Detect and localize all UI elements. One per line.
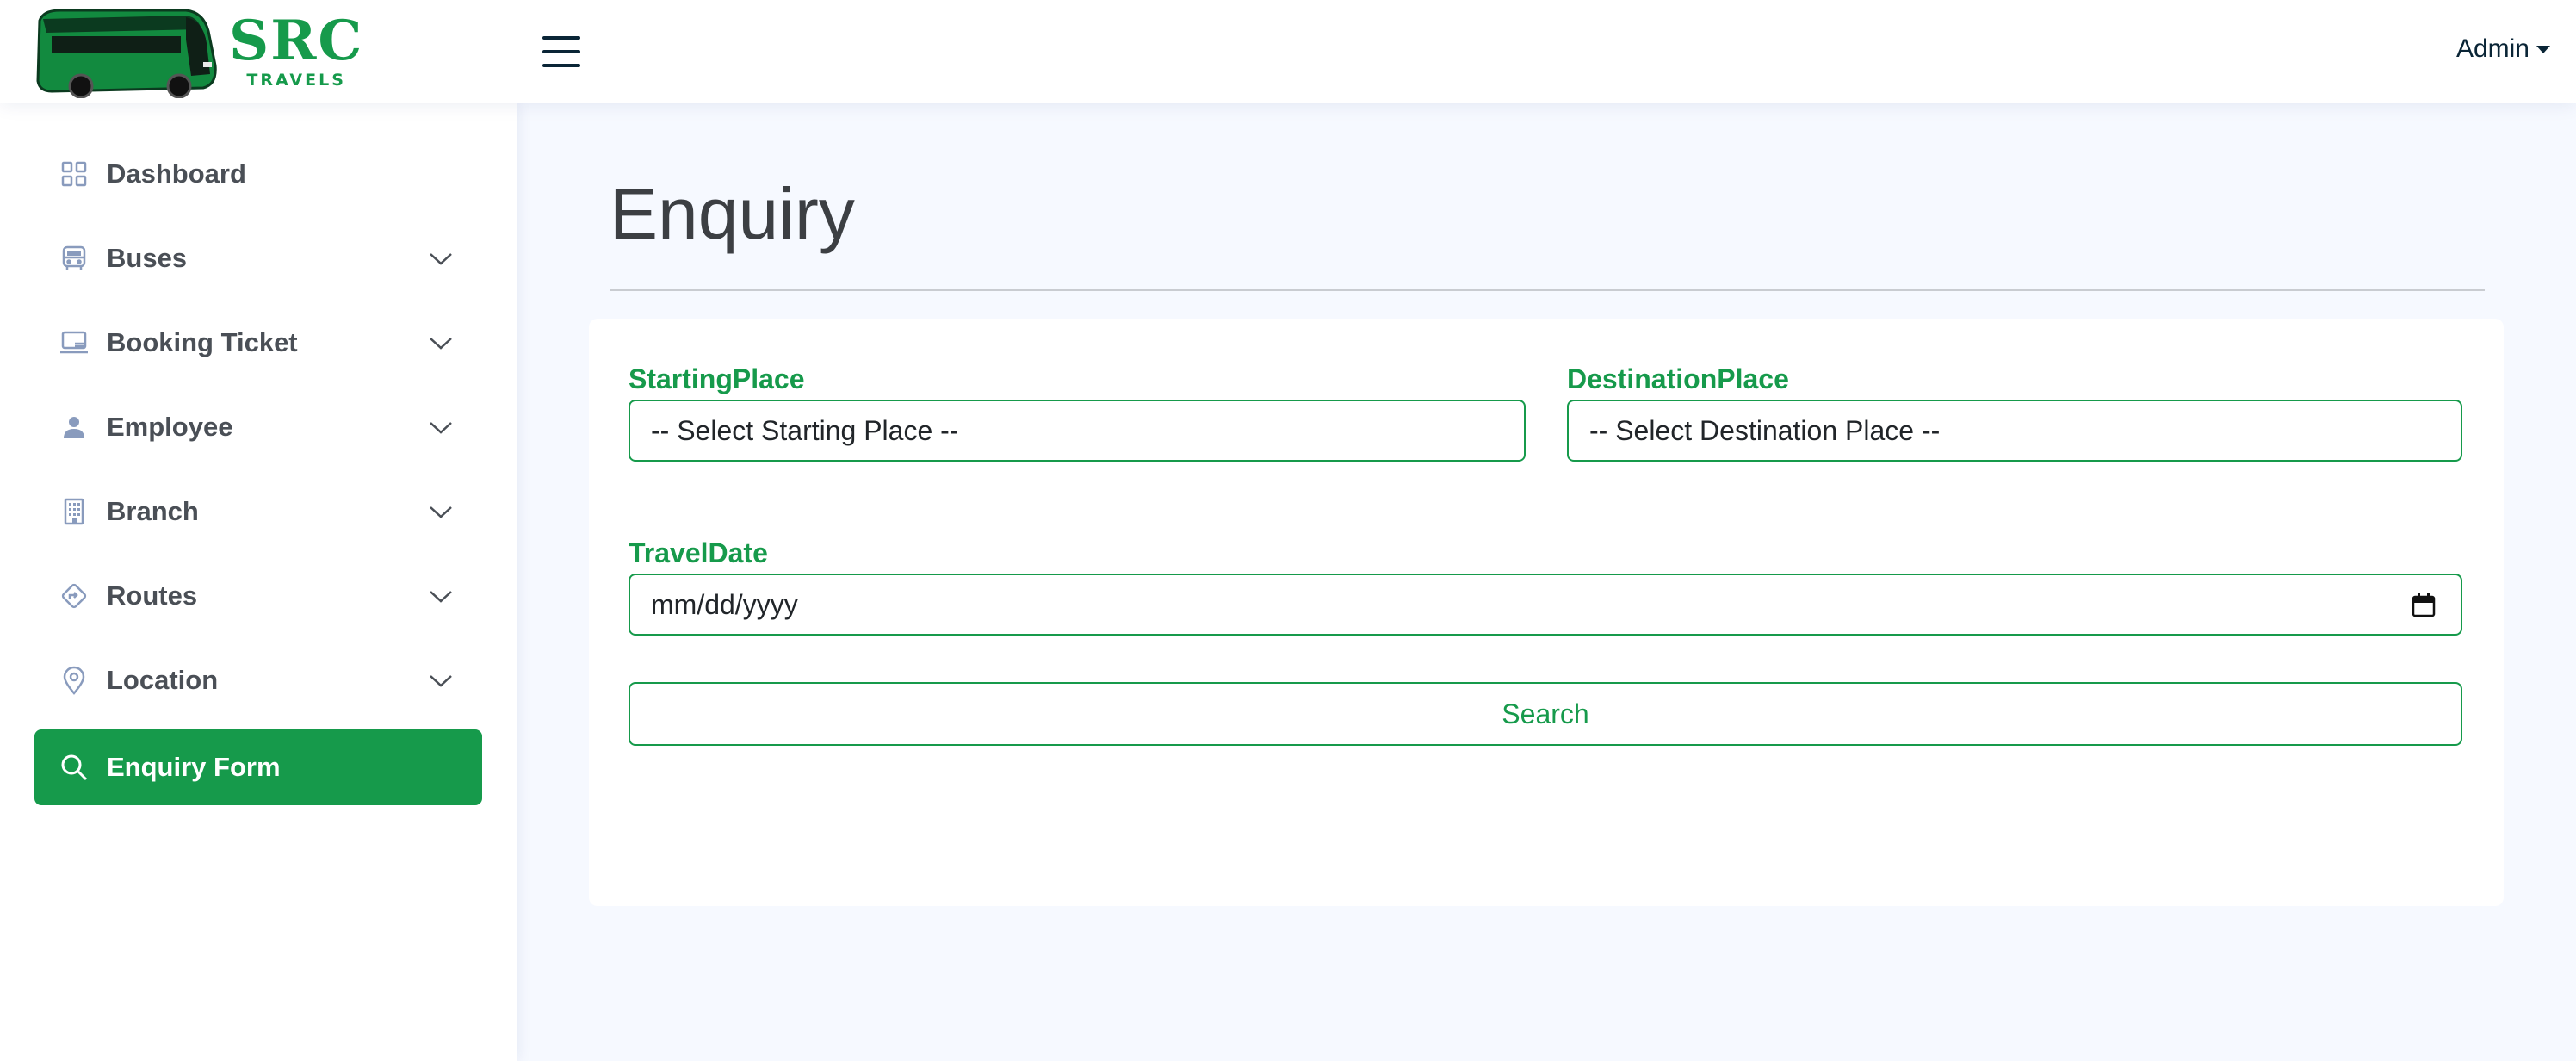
destination-place-select[interactable]: -- Select Destination Place -- [1567, 400, 2462, 462]
admin-label: Admin [2455, 34, 2530, 63]
sidebar-item-label: Booking Ticket [107, 327, 298, 357]
hamburger-icon [542, 36, 580, 67]
sidebar-item-branch[interactable]: Branch [34, 474, 482, 549]
geo-pin-icon [59, 665, 90, 696]
chevron-down-icon [430, 338, 452, 350]
travel-date-placeholder: mm/dd/yyyy [651, 588, 798, 620]
starting-place-select[interactable]: -- Select Starting Place -- [629, 400, 1526, 462]
starting-place-value: -- Select Starting Place -- [651, 414, 959, 446]
bus-icon [59, 243, 90, 274]
toggle-sidebar-button[interactable] [541, 33, 582, 71]
main-content: Enquiry StartingPlace -- Select Starting… [517, 103, 2576, 1061]
sidebar-item-buses[interactable]: Buses [34, 220, 482, 296]
enquiry-form-card: StartingPlace -- Select Starting Place -… [589, 319, 2504, 906]
starting-place-label: StartingPlace [629, 363, 805, 394]
sidebar: Dashboard Buses Booking Ticket Employee … [0, 103, 517, 1061]
sidebar-item-enquiry-form[interactable]: Enquiry Form [34, 729, 482, 805]
caret-down-icon [2536, 45, 2550, 53]
chevron-down-icon [430, 253, 452, 265]
destination-place-label: DestinationPlace [1567, 363, 1789, 394]
laptop-icon [59, 327, 90, 358]
brand-text: SRC TRAVELS [229, 14, 363, 90]
destination-place-value: -- Select Destination Place -- [1589, 414, 1941, 446]
sidebar-item-label: Enquiry Form [107, 752, 281, 782]
brand-name: SRC [229, 9, 364, 73]
sidebar-item-label: Employee [107, 412, 233, 442]
sidebar-item-label: Dashboard [107, 158, 246, 189]
sidebar-item-label: Branch [107, 496, 199, 526]
chevron-down-icon [430, 591, 452, 603]
building-icon [59, 496, 90, 527]
chevron-down-icon [430, 422, 452, 434]
search-icon [59, 752, 90, 783]
person-icon [59, 412, 90, 443]
bus-logo-icon [36, 9, 217, 98]
chevron-down-icon [430, 506, 452, 518]
sidebar-item-location[interactable]: Location [34, 642, 482, 718]
sidebar-item-label: Location [107, 665, 219, 695]
calendar-icon[interactable] [2411, 593, 2437, 618]
sidebar-item-label: Buses [107, 243, 188, 273]
page-title: Enquiry [610, 173, 855, 254]
chevron-down-icon [430, 675, 452, 687]
title-divider [610, 289, 2485, 291]
signpost-icon [59, 580, 90, 611]
sidebar-item-routes[interactable]: Routes [34, 558, 482, 634]
sidebar-item-booking-ticket[interactable]: Booking Ticket [34, 305, 482, 381]
grid-icon [59, 158, 90, 189]
admin-dropdown[interactable]: Admin [2456, 34, 2550, 64]
search-button[interactable]: Search [629, 682, 2462, 746]
travel-date-label: TravelDate [629, 537, 768, 568]
brand-logo[interactable]: SRC TRAVELS [34, 5, 363, 98]
top-header: SRC TRAVELS Admin [0, 0, 2576, 103]
sidebar-item-label: Routes [107, 580, 198, 611]
travel-date-input[interactable]: mm/dd/yyyy [629, 574, 2462, 636]
sidebar-item-employee[interactable]: Employee [34, 389, 482, 465]
sidebar-item-dashboard[interactable]: Dashboard [34, 136, 482, 212]
brand-tagline: TRAVELS [246, 71, 346, 90]
